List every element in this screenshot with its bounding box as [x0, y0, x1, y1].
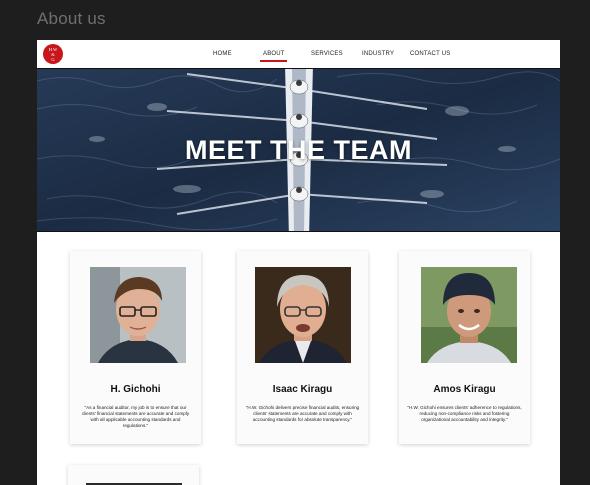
member-quote: "H.W. Gichohi ensures clients' adherence…	[407, 405, 522, 422]
about-page: H.W & G HOME ABOUT SERVICES INDUSTRY CON…	[37, 40, 560, 485]
portrait-isaac-kiragu	[255, 267, 351, 363]
team-card-partial	[68, 465, 199, 485]
nav-item-about[interactable]: ABOUT	[263, 51, 285, 57]
nav-item-contact-us[interactable]: CONTACT US	[410, 51, 450, 57]
company-logo[interactable]: H.W & G	[43, 44, 63, 64]
navbar: H.W & G HOME ABOUT SERVICES INDUSTRY CON…	[37, 40, 560, 68]
hero-title: MEET THE TEAM	[185, 135, 412, 165]
team-card-gichohi: H. Gichohi "As a financial auditor, my j…	[70, 251, 201, 444]
hero-banner: MEET THE TEAM	[37, 68, 560, 232]
member-quote: "H.W. Gichohi delivers precise financial…	[245, 405, 360, 422]
team-card-amos-kiragu: Amos Kiragu "H.W. Gichohi ensures client…	[399, 251, 530, 444]
member-name: H. Gichohi	[110, 384, 161, 395]
member-quote: "As a financial auditor, my job is to en…	[81, 405, 190, 428]
portrait-h-gichohi	[90, 267, 186, 363]
team-card-isaac-kiragu: Isaac Kiragu "H.W. Gichohi delivers prec…	[237, 251, 368, 444]
portrait-amos-kiragu	[421, 267, 517, 363]
nav-item-industry[interactable]: INDUSTRY	[362, 51, 394, 57]
active-nav-underline	[260, 60, 287, 62]
member-name: Isaac Kiragu	[272, 384, 333, 395]
nav-item-home[interactable]: HOME	[213, 51, 232, 57]
logo-text-line3: G	[51, 56, 55, 62]
frame-title: About us	[37, 9, 106, 28]
nav-item-services[interactable]: SERVICES	[311, 51, 343, 57]
member-name: Amos Kiragu	[433, 384, 496, 395]
